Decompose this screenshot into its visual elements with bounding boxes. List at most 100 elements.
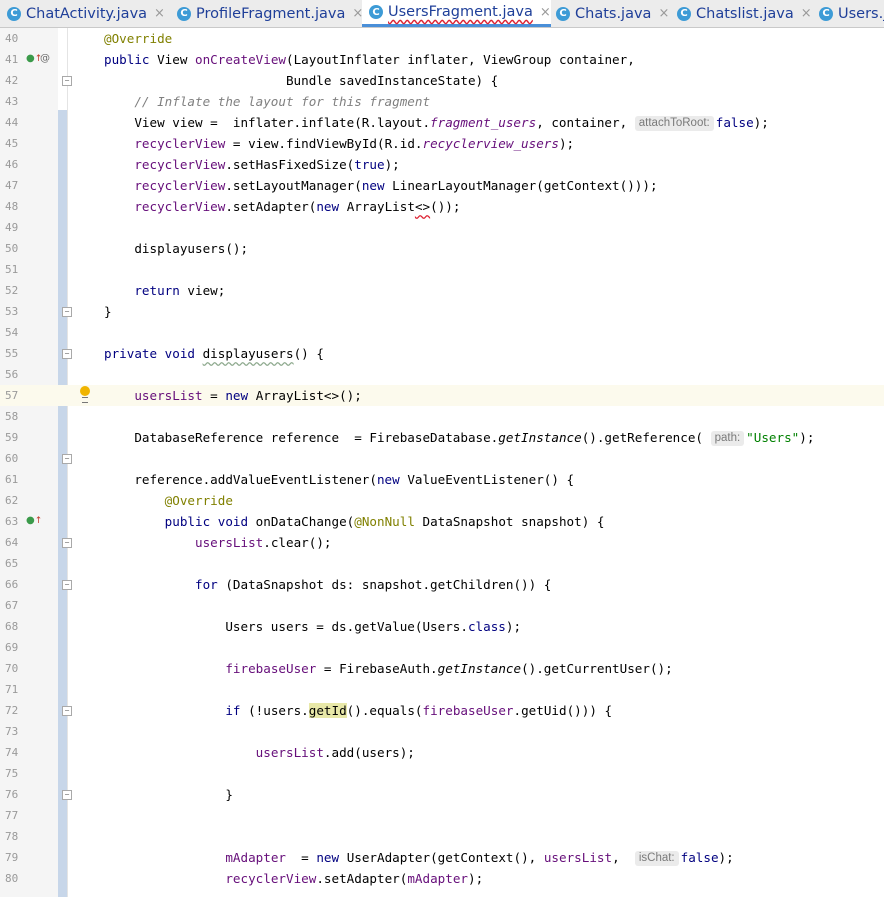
code-line[interactable]: 44 View view = inflater.inflate(R.layout… [0,112,884,133]
fold-marker-icon[interactable]: − [62,307,72,317]
line-number[interactable]: 80 [5,868,29,889]
code-line[interactable]: 67 [0,595,884,616]
line-number[interactable]: 71 [5,679,29,700]
code-line[interactable]: 50 displayusers(); [0,238,884,259]
line-number[interactable]: 61 [5,469,29,490]
line-number[interactable]: 74 [5,742,29,763]
line-number[interactable]: 51 [5,259,29,280]
line-number[interactable]: 75 [5,763,29,784]
code-line[interactable]: 65 [0,553,884,574]
code-line[interactable]: 55 − private void displayusers() { [0,343,884,364]
line-number[interactable]: 72 [5,700,29,721]
code-line[interactable]: 51 [0,259,884,280]
tab-chatactivity-java[interactable]: C ChatActivity.java × [0,0,165,27]
line-number[interactable]: 73 [5,721,29,742]
code-line[interactable]: 49 [0,217,884,238]
code-line[interactable]: 47 recyclerView.setLayoutManager(new Lin… [0,175,884,196]
code-line[interactable]: 76 − } [0,784,884,805]
line-number[interactable]: 52 [5,280,29,301]
line-number[interactable]: 42 [5,70,29,91]
code-line[interactable]: 71 [0,679,884,700]
line-number[interactable]: 77 [5,805,29,826]
code-line[interactable]: 57 usersList = new ArrayList<>(); [0,385,884,406]
line-number[interactable]: 62 [5,490,29,511]
line-number[interactable]: 40 [5,28,29,49]
fold-marker-icon[interactable]: − [62,580,72,590]
line-number[interactable]: 50 [5,238,29,259]
line-number[interactable]: 76 [5,784,29,805]
line-number[interactable]: 43 [5,91,29,112]
override-arrow-icon[interactable]: ●↑ [26,514,42,528]
tab-profilefragment-java[interactable]: C ProfileFragment.java × [170,0,363,27]
code-line[interactable]: 58 [0,406,884,427]
code-line[interactable]: 56 [0,364,884,385]
code-line[interactable]: 62 @Override [0,490,884,511]
fold-marker-icon[interactable]: − [62,538,72,548]
line-number[interactable]: 70 [5,658,29,679]
code-line[interactable]: 45 recyclerView = view.findViewById(R.id… [0,133,884,154]
code-line[interactable]: 42 − Bundle savedInstanceState) { [0,70,884,91]
code-line[interactable]: 48 recyclerView.setAdapter(new ArrayList… [0,196,884,217]
line-number[interactable]: 65 [5,553,29,574]
line-number[interactable]: 54 [5,322,29,343]
code-line[interactable]: 77 [0,805,884,826]
code-line[interactable]: 41 ●↑ @ public View onCreateView(LayoutInfl… [0,49,884,70]
code-line[interactable]: 63 ●↑ public void onDataChange(@NonNull D… [0,511,884,532]
tab-users-ja[interactable]: C Users.ja [812,0,884,27]
line-number[interactable]: 55 [5,343,29,364]
line-number[interactable]: 78 [5,826,29,847]
intention-bulb-icon[interactable] [80,386,90,396]
code-line[interactable]: 80 recyclerView.setAdapter(mAdapter); [0,868,884,889]
line-number[interactable]: 53 [5,301,29,322]
line-number[interactable]: 56 [5,364,29,385]
close-tab-icon[interactable]: × [801,6,812,21]
fold-marker-icon[interactable]: − [62,349,72,359]
line-number[interactable]: 48 [5,196,29,217]
line-number[interactable]: 57 [5,385,29,406]
code-line[interactable]: 52 return view; [0,280,884,301]
line-number[interactable]: 67 [5,595,29,616]
close-tab-icon[interactable]: × [154,6,165,21]
tab-usersfragment-java[interactable]: C UsersFragment.java × [362,0,551,27]
line-number[interactable]: 46 [5,154,29,175]
line-number[interactable]: 68 [5,616,29,637]
code-line[interactable]: 72 − if (!users.getId().equals(firebaseUs… [0,700,884,721]
line-number[interactable]: 64 [5,532,29,553]
annotation-at-icon[interactable]: @ [40,52,50,66]
line-number[interactable]: 47 [5,175,29,196]
code-line[interactable]: 68 Users users = ds.getValue(Users.class… [0,616,884,637]
code-line[interactable]: 78 [0,826,884,847]
code-line[interactable]: 40 @Override [0,28,884,49]
code-line[interactable]: 75 [0,763,884,784]
code-line[interactable]: 79 mAdapter = new UserAdapter(getContext… [0,847,884,868]
code-line[interactable]: 46 recyclerView.setHasFixedSize(true); [0,154,884,175]
fold-marker-icon[interactable]: − [62,706,72,716]
code-line[interactable]: 66 − for (DataSnapshot ds: snapshot.getCh… [0,574,884,595]
line-number[interactable]: 45 [5,133,29,154]
code-line[interactable]: 53 −} [0,301,884,322]
line-number[interactable]: 69 [5,637,29,658]
code-line[interactable]: 70 firebaseUser = FirebaseAuth.getInstan… [0,658,884,679]
close-tab-icon[interactable]: × [658,6,669,21]
tab-chatslist-java[interactable]: C Chatslist.java × [670,0,812,27]
line-number[interactable]: 44 [5,112,29,133]
tab-chats-java[interactable]: C Chats.java × [549,0,669,27]
line-number[interactable]: 49 [5,217,29,238]
code-line[interactable]: 74 usersList.add(users); [0,742,884,763]
line-number[interactable]: 59 [5,427,29,448]
code-line[interactable]: 73 [0,721,884,742]
code-line[interactable]: 69 [0,637,884,658]
fold-marker-icon[interactable]: − [62,790,72,800]
code-line[interactable]: 54 [0,322,884,343]
code-line[interactable]: 61 reference.addValueEventListener(new V… [0,469,884,490]
code-line[interactable]: 64 − usersList.clear(); [0,532,884,553]
line-number[interactable]: 58 [5,406,29,427]
line-number[interactable]: 66 [5,574,29,595]
fold-marker-icon[interactable]: − [62,454,72,464]
line-number[interactable]: 60 [5,448,29,469]
code-line[interactable]: 60 − [0,448,884,469]
fold-marker-icon[interactable]: − [62,76,72,86]
code-line[interactable]: 59 DatabaseReference reference = Firebas… [0,427,884,448]
code-line[interactable]: 43 // Inflate the layout for this fragme… [0,91,884,112]
line-number[interactable]: 79 [5,847,29,868]
